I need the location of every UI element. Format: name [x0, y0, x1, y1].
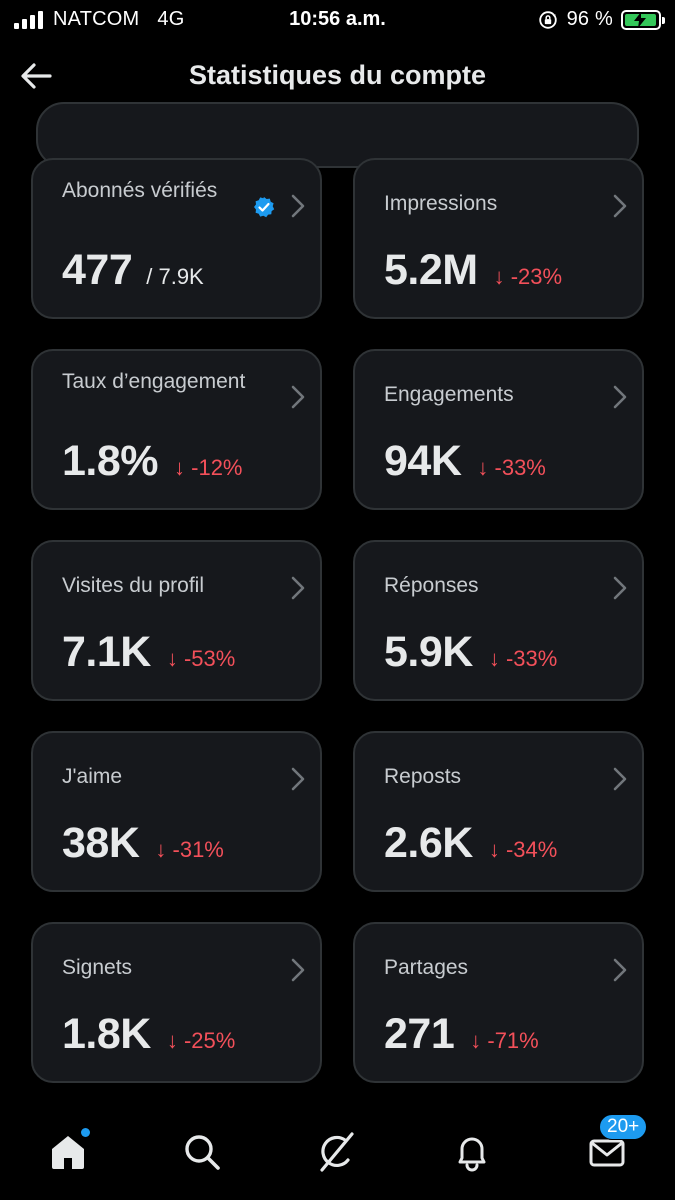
card-label: Impressions — [384, 192, 498, 215]
card-profile-visits[interactable]: Visites du profil 7.1K ↓ -53% — [31, 540, 322, 701]
nav-home[interactable] — [46, 1128, 90, 1174]
card-value: 271 — [384, 1010, 455, 1058]
status-right: 96 % — [537, 8, 665, 31]
battery-fill — [625, 11, 656, 28]
chevron-right-icon — [613, 958, 627, 982]
chevron-right-icon — [291, 385, 305, 409]
card-change: ↓ -34% — [488, 837, 558, 862]
card-impressions[interactable]: Impressions 5.2M ↓ -23% — [353, 158, 644, 319]
card-value: 38K — [62, 819, 140, 867]
home-icon — [52, 1136, 84, 1169]
bell-icon — [458, 1137, 486, 1172]
card-reposts[interactable]: Reposts 2.6K ↓ -34% — [353, 731, 644, 892]
card-value-row: 477 / 7.9K — [62, 246, 204, 295]
card-change: ↓ -53% — [166, 646, 236, 671]
card-value: 5.9K — [384, 628, 473, 676]
card-label: J'aime — [62, 765, 123, 788]
card-replies[interactable]: Réponses 5.9K ↓ -33% — [353, 540, 644, 701]
battery-icon — [621, 9, 665, 30]
home-notification-dot — [81, 1128, 90, 1137]
card-change: ↓ -31% — [155, 837, 224, 862]
card-value: 1.8% — [62, 437, 159, 485]
header: Statistiques du compte — [0, 40, 675, 168]
card-change: ↓ -33% — [488, 646, 558, 671]
card-change: ↓ -23% — [493, 264, 563, 289]
card-verified-followers[interactable]: Abonnés vérifiés 477 / 7.9K — [31, 158, 322, 319]
chevron-right-icon — [613, 767, 627, 791]
card-value-row: 2.6K ↓ -34% — [384, 819, 557, 868]
nav-grok[interactable] — [314, 1130, 358, 1174]
search-icon — [185, 1135, 220, 1170]
card-value: 7.1K — [62, 628, 151, 676]
chevron-right-icon — [613, 385, 627, 409]
card-value: 5.2M — [384, 246, 478, 294]
screen: NATCOM 4G 10:56 a.m. 96 % Statistiques d… — [0, 0, 675, 1200]
card-value-row: 38K ↓ -31% — [62, 819, 224, 868]
card-change: ↓ -12% — [174, 455, 243, 480]
card-value-row: 5.2M ↓ -23% — [384, 246, 562, 295]
chevron-right-icon — [291, 194, 305, 218]
messages-badge: 20+ — [599, 1114, 648, 1140]
card-label: Reposts — [384, 765, 462, 788]
verified-badge-icon — [254, 197, 275, 218]
card-shares[interactable]: Partages 271 ↓ -71% — [353, 922, 644, 1083]
card-value: 477 — [62, 246, 133, 294]
card-value-row: 1.8% ↓ -12% — [62, 437, 243, 486]
card-label: Réponses — [384, 574, 479, 597]
card-label: Abonnés vérifiés — [62, 179, 218, 202]
rotation-lock-icon — [538, 10, 557, 29]
card-value-row: 7.1K ↓ -53% — [62, 628, 235, 677]
status-bar: NATCOM 4G 10:56 a.m. 96 % — [0, 0, 675, 40]
card-label: Visites du profil — [62, 574, 205, 597]
battery-percent: 96 % — [566, 8, 613, 30]
bottom-nav: 20+ — [0, 1100, 675, 1200]
nav-search[interactable] — [180, 1130, 224, 1174]
card-label: Signets — [62, 956, 133, 979]
chevron-right-icon — [291, 767, 305, 791]
chevron-right-icon — [613, 194, 627, 218]
card-bookmarks[interactable]: Signets 1.8K ↓ -25% — [31, 922, 322, 1083]
card-value: 2.6K — [384, 819, 473, 867]
card-value: 1.8K — [62, 1010, 151, 1058]
grok-icon — [320, 1132, 354, 1172]
card-change: ↓ -71% — [470, 1028, 539, 1053]
card-label: Partages — [384, 956, 469, 979]
page-title: Statistiques du compte — [188, 60, 487, 90]
card-total: / 7.9K — [146, 264, 204, 289]
card-engagement-rate[interactable]: Taux d’engagement 1.8% ↓ -12% — [31, 349, 322, 510]
card-label: Engagements — [384, 383, 514, 406]
card-engagements[interactable]: Engagements 94K ↓ -33% — [353, 349, 644, 510]
card-label: Taux d’engagement — [62, 370, 246, 393]
card-change: ↓ -33% — [477, 455, 546, 480]
chevron-right-icon — [291, 576, 305, 600]
card-value-row: 271 ↓ -71% — [384, 1010, 539, 1059]
card-change: ↓ -25% — [166, 1028, 236, 1053]
card-value-row: 94K ↓ -33% — [384, 437, 546, 486]
card-value: 94K — [384, 437, 462, 485]
nav-messages[interactable]: 20+ — [585, 1114, 648, 1174]
card-value-row: 1.8K ↓ -25% — [62, 1010, 235, 1059]
chevron-right-icon — [291, 958, 305, 982]
card-value-row: 5.9K ↓ -33% — [384, 628, 557, 677]
card-likes[interactable]: J'aime 38K ↓ -31% — [31, 731, 322, 892]
nav-notifications[interactable] — [450, 1130, 494, 1174]
chevron-right-icon — [613, 576, 627, 600]
charging-bolt-icon — [634, 11, 647, 28]
